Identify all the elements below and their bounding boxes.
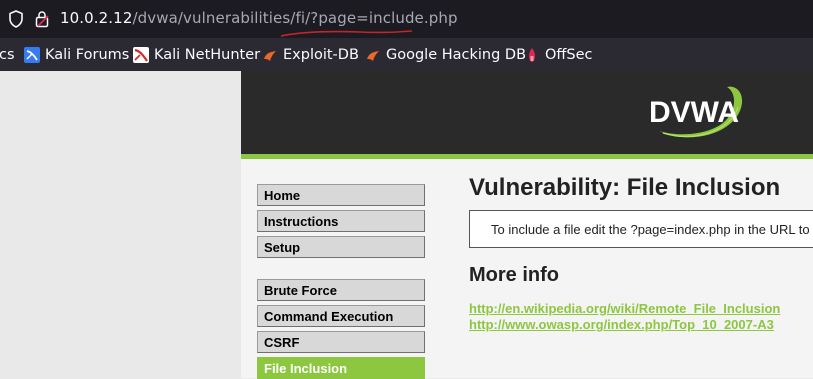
menu-item-instructions[interactable]: Instructions [257, 210, 425, 232]
bookmarks-toolbar: cs Kali Forums Kali NetHunter Exploit-DB… [0, 38, 813, 71]
menu-item-file-inclusion[interactable]: File Inclusion [257, 357, 425, 379]
red-annotation-underline [280, 30, 413, 37]
bookmark-label: OffSec [545, 47, 593, 63]
exploit-db-icon [264, 51, 276, 61]
dvwa-logo: DVWA [649, 86, 743, 138]
link-wikipedia-rfi[interactable]: http://en.wikipedia.org/wiki/Remote_File… [469, 301, 780, 316]
dvwa-header: DVWA [241, 71, 813, 159]
bookmark-label: Kali NetHunter [154, 47, 261, 63]
bookmark-label: Google Hacking DB [386, 47, 527, 63]
menu-item-command-execution[interactable]: Command Execution [257, 305, 425, 327]
bookmark-exploit-db[interactable]: Exploit-DB [262, 45, 359, 65]
more-info-heading: More info [469, 264, 559, 286]
menu-item-brute-force[interactable]: Brute Force [257, 279, 425, 301]
info-box: To include a file edit the ?page=index.p… [469, 210, 813, 248]
dvwa-page: DVWA Home Instructions Setup Brute Force… [0, 71, 813, 379]
offsec-icon [529, 48, 535, 62]
menu-item-label: Instructions [264, 214, 339, 229]
menu-item-label: CSRF [264, 335, 300, 350]
page-title: Vulnerability: File Inclusion [469, 174, 781, 201]
bookmark-label: Exploit-DB [283, 47, 359, 63]
bookmark-label: Kali Forums [45, 47, 130, 63]
menu-item-setup[interactable]: Setup [257, 236, 425, 258]
link-owasp-top10[interactable]: http://www.owasp.org/index.php/Top_10_20… [469, 317, 774, 332]
bookmark-kali-nethunter[interactable]: Kali NetHunter [133, 45, 260, 65]
menu-item-label: File Inclusion [264, 361, 348, 376]
menu-item-label: Command Execution [264, 309, 394, 324]
bookmark-google-hacking-db[interactable]: Google Hacking DB [365, 45, 526, 65]
info-text: To include a file edit the ?page=index.p… [491, 222, 810, 237]
menu-item-csrf[interactable]: CSRF [257, 331, 425, 353]
logo-text: DVWA [649, 96, 739, 129]
ghdb-icon [367, 51, 379, 61]
bookmark-label: cs [0, 47, 15, 63]
menu-item-label: Setup [264, 240, 301, 255]
kali-nethunter-icon [133, 47, 149, 63]
bookmark-offsec[interactable]: OffSec [524, 45, 593, 65]
bookmark-kali-forums[interactable]: Kali Forums [24, 45, 129, 65]
kali-forums-icon [24, 47, 40, 63]
bookmark-truncated[interactable]: cs [0, 45, 15, 65]
url-bar[interactable]: 10.0.2.12/dvwa/vulnerabilities/fi/?page=… [0, 0, 813, 38]
content-area: Home Instructions Setup Brute Force Comm… [241, 159, 813, 379]
menu-item-label: Home [264, 188, 301, 203]
menu-item-label: Brute Force [264, 283, 337, 298]
menu-item-home[interactable]: Home [257, 184, 425, 206]
